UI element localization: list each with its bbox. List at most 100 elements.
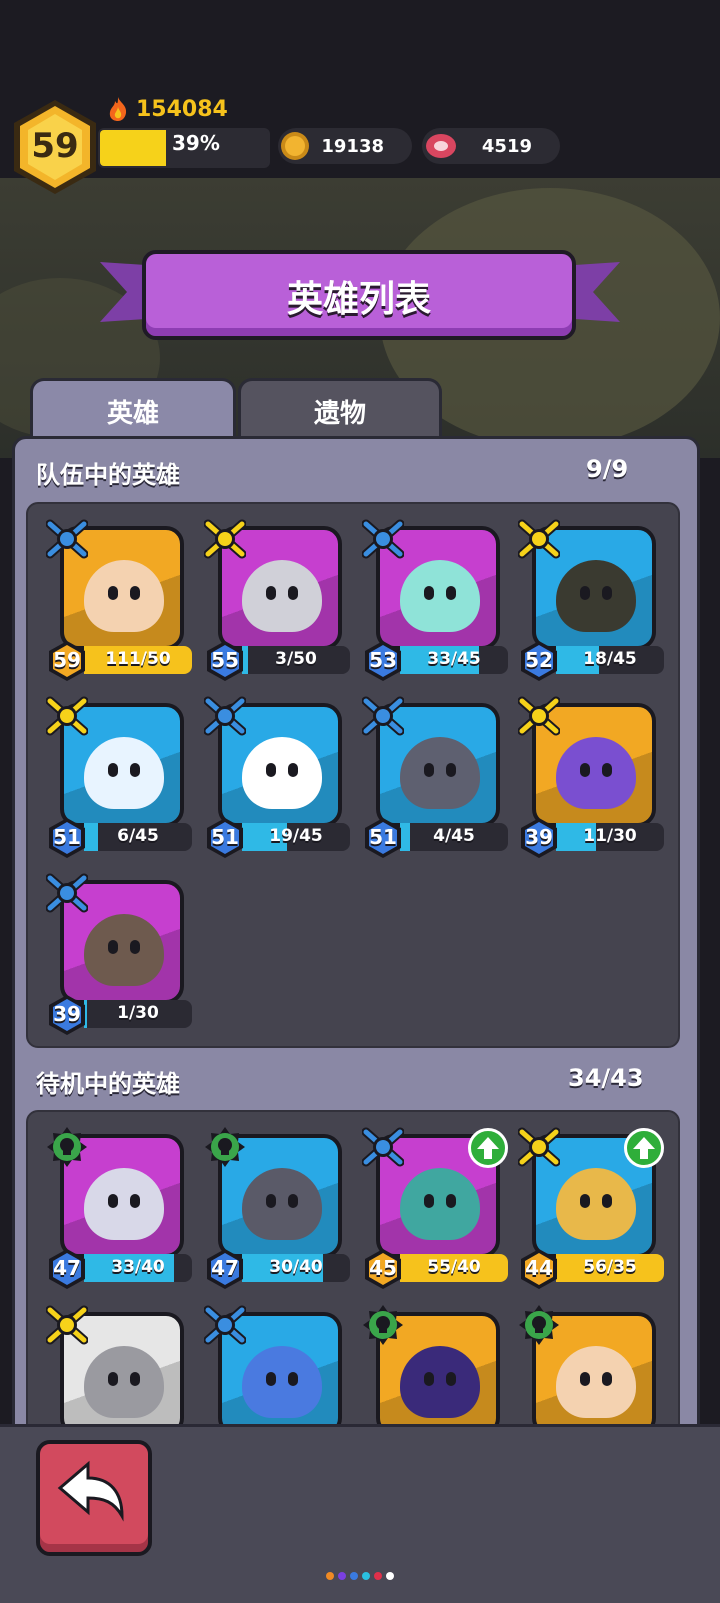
hero-progress-text: 19/45 <box>269 826 323 846</box>
page-dot <box>326 1572 334 1580</box>
hero-eye <box>602 1194 612 1208</box>
meat-icon <box>426 134 456 158</box>
gold-value: 19138 <box>321 135 384 157</box>
hero-eye <box>424 1372 434 1386</box>
hero-face <box>242 560 322 632</box>
hero-level-badge: 47 <box>46 1248 88 1290</box>
hero-face <box>84 914 164 986</box>
hero-progress-text: 11/30 <box>583 826 637 846</box>
standby-hero-card[interactable]: 30/40 47 <box>204 1127 354 1294</box>
hero-level: 47 <box>53 1256 81 1280</box>
hero-face <box>84 560 164 632</box>
hero-progress-bar: 30/40 <box>242 1254 350 1282</box>
hero-progress-text: 111/50 <box>105 649 171 669</box>
hero-eye <box>424 1194 434 1208</box>
blue-star-badge-icon <box>362 696 404 736</box>
hero-level: 55 <box>211 648 239 672</box>
hero-face <box>242 737 322 809</box>
team-hero-card[interactable]: 111/50 59 <box>46 519 196 686</box>
hero-progress-text: 33/40 <box>111 1257 165 1277</box>
page-dot <box>386 1572 394 1580</box>
hero-level-badge: 59 <box>46 640 88 682</box>
hero-progress-text: 55/40 <box>427 1257 481 1277</box>
gold-star-badge-icon <box>46 696 88 736</box>
hero-eye <box>130 763 140 777</box>
gold-star-badge-icon <box>204 519 246 559</box>
hero-progress-text: 6/45 <box>117 826 159 846</box>
page-dot <box>362 1572 370 1580</box>
hero-level: 52 <box>525 648 553 672</box>
hero-level-badge: 39 <box>46 994 88 1036</box>
tab-heroes[interactable]: 英雄 <box>30 378 236 441</box>
hero-progress-bar: 33/40 <box>84 1254 192 1282</box>
hero-eye <box>424 763 434 777</box>
hero-progress-text: 4/45 <box>433 826 475 846</box>
meat-counter[interactable]: 4519 <box>422 128 560 164</box>
back-arrow-icon <box>57 1460 124 1522</box>
hero-face <box>242 1168 322 1240</box>
hero-level: 45 <box>369 1256 397 1280</box>
hero-eye <box>130 1194 140 1208</box>
back-button[interactable] <box>36 1440 152 1556</box>
tab-relics[interactable]: 遗物 <box>238 378 442 441</box>
hero-level: 39 <box>53 1002 81 1026</box>
hero-progress-text: 56/35 <box>583 1257 637 1277</box>
hero-eye <box>580 586 590 600</box>
hero-progress-text: 1/30 <box>117 1003 159 1023</box>
hero-level-badge: 53 <box>362 640 404 682</box>
hero-eye <box>580 1372 590 1386</box>
hero-progress-bar: 111/50 <box>84 646 192 674</box>
hero-eye <box>108 763 118 777</box>
power-row: 154084 <box>106 96 228 122</box>
hero-eye <box>130 940 140 954</box>
standby-hero-card[interactable]: 56/35 44 <box>518 1127 668 1294</box>
hero-level-badge: 51 <box>204 817 246 859</box>
standby-hero-card[interactable]: 33/40 47 <box>46 1127 196 1294</box>
hero-eye <box>288 586 298 600</box>
gold-counter[interactable]: 19138 <box>278 128 412 164</box>
page-indicator <box>326 1572 394 1580</box>
team-hero-card[interactable]: 6/45 51 <box>46 696 196 863</box>
skull-badge-icon <box>363 1305 403 1345</box>
flame-icon <box>109 97 127 121</box>
hero-level-badge: 44 <box>518 1248 560 1290</box>
hero-progress-bar: 4/45 <box>400 823 508 851</box>
team-hero-card[interactable]: 18/45 52 <box>518 519 668 686</box>
team-section-count: 9/9 <box>586 455 629 483</box>
hero-eye <box>108 940 118 954</box>
hero-level: 51 <box>53 825 81 849</box>
hero-face <box>84 1346 164 1418</box>
xp-percent: 39% <box>172 131 220 155</box>
hero-eye <box>580 763 590 777</box>
hero-eye <box>130 586 140 600</box>
hero-progress-bar: 33/45 <box>400 646 508 674</box>
meat-value: 4519 <box>481 135 532 157</box>
skull-badge-icon <box>47 1127 87 1167</box>
hero-level-badge: 51 <box>362 817 404 859</box>
skull-badge-icon <box>205 1127 245 1167</box>
standby-hero-card[interactable]: 55/40 45 <box>362 1127 512 1294</box>
team-hero-card[interactable]: 4/45 51 <box>362 696 512 863</box>
hero-level: 53 <box>369 648 397 672</box>
team-hero-card[interactable]: 19/45 51 <box>204 696 354 863</box>
hero-level-badge: 55 <box>204 640 246 682</box>
hero-progress-text: 30/40 <box>269 1257 323 1277</box>
hero-eye <box>266 586 276 600</box>
page-dot <box>350 1572 358 1580</box>
hero-level-badge: 39 <box>518 817 560 859</box>
hero-progress-text: 18/45 <box>583 649 637 669</box>
team-hero-card[interactable]: 3/50 55 <box>204 519 354 686</box>
xp-bar-fill <box>100 130 166 166</box>
hero-progress-bar: 19/45 <box>242 823 350 851</box>
hero-progress-bar: 56/35 <box>556 1254 664 1282</box>
hero-progress-text: 3/50 <box>275 649 317 669</box>
team-hero-card[interactable]: 33/45 53 <box>362 519 512 686</box>
gold-star-badge-icon <box>518 696 560 736</box>
hero-face <box>556 737 636 809</box>
team-hero-card[interactable]: 11/30 39 <box>518 696 668 863</box>
blue-star-badge-icon <box>46 873 88 913</box>
player-level: 59 <box>31 126 79 166</box>
hero-face <box>400 1346 480 1418</box>
skull-badge-icon <box>519 1305 559 1345</box>
team-hero-card[interactable]: 1/30 39 <box>46 873 196 1040</box>
